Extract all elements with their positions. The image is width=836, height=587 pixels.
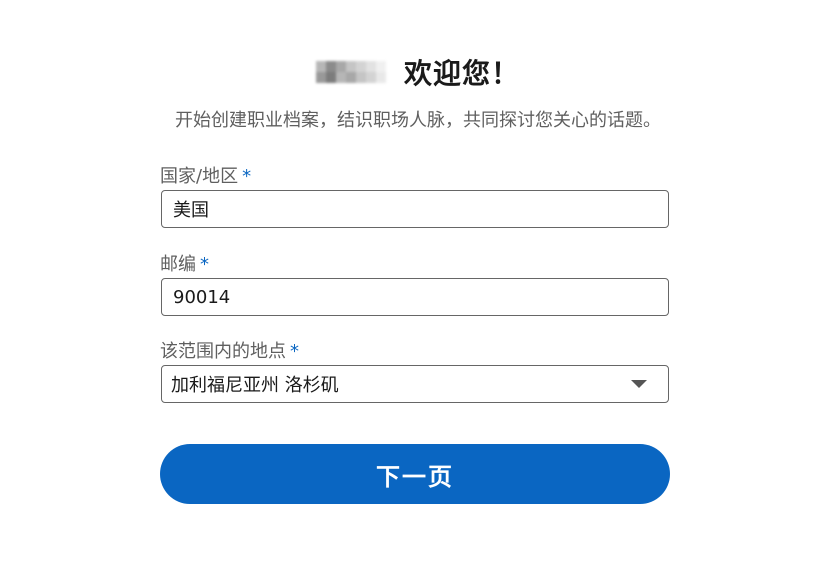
country-label: 国家/地区 * <box>160 162 251 188</box>
greeting-header: 欢迎您！ <box>0 52 836 92</box>
onboarding-page: 欢迎您！ 开始创建职业档案，结识职场人脉，共同探讨您关心的话题。 国家/地区 * … <box>0 0 836 587</box>
page-title: 欢迎您！ <box>403 57 520 90</box>
zip-label-text: 邮编 <box>160 254 196 275</box>
next-button[interactable]: 下一页 <box>160 444 670 504</box>
required-mark: * <box>242 166 252 187</box>
zip-label: 邮编 * <box>160 250 209 276</box>
required-mark: * <box>200 254 209 275</box>
page-subtitle: 开始创建职业档案，结识职场人脉，共同探讨您关心的话题。 <box>175 110 661 131</box>
location-label: 该范围内的地点 * <box>160 337 299 363</box>
location-label-text: 该范围内的地点 <box>160 341 286 362</box>
required-mark: * <box>290 341 299 362</box>
chevron-down-icon <box>631 380 647 388</box>
location-select-value: 加利福尼亚州 洛杉矶 <box>171 375 339 396</box>
location-select[interactable]: 加利福尼亚州 洛杉矶 <box>161 365 669 403</box>
zip-input[interactable] <box>161 278 669 316</box>
country-label-text: 国家/地区 <box>160 166 239 187</box>
country-input[interactable] <box>161 190 669 228</box>
blurred-user-name <box>315 61 386 83</box>
